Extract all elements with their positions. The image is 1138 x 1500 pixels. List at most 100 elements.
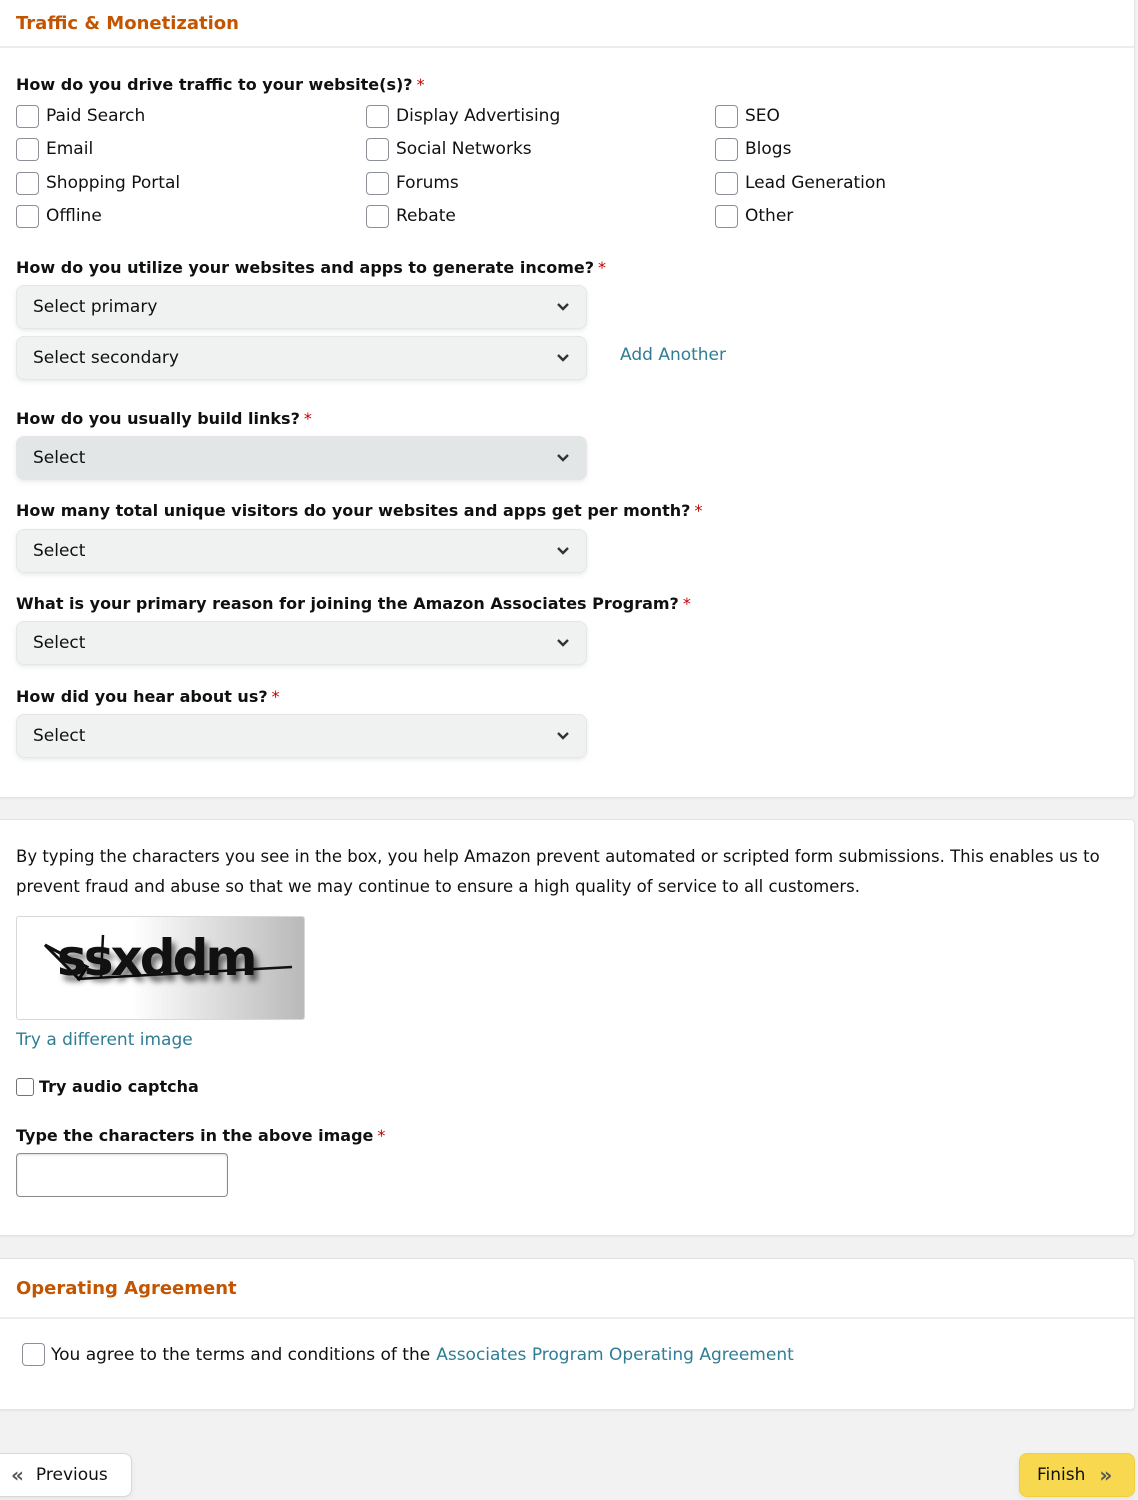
chevron-down-icon [557,454,569,462]
checkbox-box[interactable] [16,171,39,195]
checkbox-box[interactable] [366,104,389,128]
traffic-option-label: Paid Search [46,106,146,126]
agreement-section-header: Operating Agreement [0,1259,1134,1319]
visitors-question-text: How many total unique visitors do your w… [16,501,691,520]
checkbox-box[interactable] [715,104,738,128]
checkbox-box[interactable] [366,137,389,161]
income-question-label: How do you utilize your websites and app… [16,258,606,277]
reason-question-text: What is your primary reason for joining … [16,594,679,613]
traffic-option-checkbox[interactable]: Other [715,204,793,228]
hear-question-label: How did you hear about us? * [16,687,280,706]
traffic-option-checkbox[interactable]: Lead Generation [715,171,886,195]
required-marker: * [682,594,691,613]
checkbox-box[interactable] [715,171,738,195]
traffic-option-label: Other [745,206,794,226]
checkbox-box[interactable] [16,104,39,128]
traffic-monetization-card: Traffic & Monetization [0,0,1135,798]
audio-captcha-label: Try audio captcha [39,1077,199,1096]
captcha-image: ssxddm [16,916,305,1020]
checkbox-box[interactable] [366,171,389,195]
required-marker: * [694,501,703,520]
joining-reason-select[interactable]: Select [16,621,587,665]
traffic-option-checkbox[interactable]: Offline [16,204,102,228]
traffic-option-checkbox[interactable]: Blogs [715,137,791,161]
select-value: Select [33,726,86,746]
required-marker: * [416,75,425,94]
traffic-section-title: Traffic & Monetization [16,13,239,34]
select-value: Select secondary [33,348,179,368]
agreement-text: You agree to the terms and conditions of… [51,1345,794,1365]
captcha-characters: ssxddm [57,929,257,987]
income-question-text: How do you utilize your websites and app… [16,258,594,277]
traffic-option-label: Social Networks [396,139,532,159]
required-marker: * [598,258,606,277]
operating-agreement-link[interactable]: Associates Program Operating Agreement [436,1345,794,1365]
checkbox-box[interactable] [16,204,39,228]
traffic-question-text: How do you drive traffic to your website… [16,75,413,94]
traffic-option-label: Shopping Portal [46,173,181,193]
traffic-option-checkbox[interactable]: Shopping Portal [16,171,180,195]
agreement-checkbox-row: You agree to the terms and conditions of… [22,1343,794,1366]
chevron-down-icon [557,639,569,647]
links-question-label: How do you usually build links? * [16,409,312,428]
agreement-section-title: Operating Agreement [16,1277,237,1299]
traffic-section-header: Traffic & Monetization [0,0,1134,48]
captcha-intro-text: By typing the characters you see in the … [16,842,1116,902]
traffic-question-label: How do you drive traffic to your website… [16,75,425,94]
traffic-option-label: Email [46,139,94,159]
agreement-label: You agree to the terms and conditions of… [51,1344,431,1365]
monthly-visitors-select[interactable]: Select [16,529,587,573]
traffic-option-label: Display Advertising [396,106,561,126]
traffic-option-label: Blogs [745,139,792,159]
captcha-input-label-text: Type the characters in the above image [16,1126,374,1145]
previous-button[interactable]: « Previous [0,1453,132,1497]
add-another-link[interactable]: Add Another [620,345,726,365]
operating-agreement-card: Operating Agreement [0,1258,1135,1410]
traffic-option-label: SEO [745,106,780,126]
captcha-intro-line: prevent fraud and abuse so that we may c… [16,877,861,896]
build-links-select[interactable]: Select [16,436,587,480]
traffic-option-checkbox[interactable]: Social Networks [366,137,532,161]
traffic-option-checkbox[interactable]: Email [16,137,93,161]
finish-button[interactable]: Finish » [1019,1453,1135,1497]
select-value: Select primary [33,297,158,317]
checkbox-box[interactable] [16,1077,34,1096]
select-value: Select [33,541,86,561]
traffic-option-checkbox[interactable]: Paid Search [16,104,145,128]
captcha-input[interactable] [16,1153,228,1197]
select-value: Select [33,633,86,653]
chevron-down-icon [557,354,569,362]
required-marker: * [377,1126,386,1145]
required-marker: * [271,687,280,706]
chevron-down-icon [557,547,569,555]
income-secondary-select[interactable]: Select secondary [16,336,587,380]
previous-label: Previous [35,1465,108,1485]
traffic-option-label: Offline [46,206,102,226]
traffic-option-label: Rebate [396,206,456,226]
visitors-question-label: How many total unique visitors do your w… [16,501,702,520]
select-value: Select [33,448,86,468]
reason-question-label: What is your primary reason for joining … [16,594,691,613]
traffic-option-checkbox[interactable]: Forums [366,171,459,195]
traffic-option-checkbox[interactable]: Display Advertising [366,104,560,128]
chevron-down-icon [557,732,569,740]
double-chevron-left-icon: « [11,1463,24,1487]
checkbox-box[interactable] [715,137,738,161]
traffic-option-label: Lead Generation [745,173,887,193]
agreement-checkbox[interactable] [22,1343,45,1366]
checkbox-box[interactable] [366,204,389,228]
traffic-option-checkbox[interactable]: SEO [715,104,780,128]
hear-about-select[interactable]: Select [16,714,587,758]
double-chevron-right-icon: » [1099,1463,1112,1487]
captcha-input-label: Type the characters in the above image * [16,1126,385,1145]
checkbox-box[interactable] [16,137,39,161]
required-marker: * [303,409,312,428]
hear-question-text: How did you hear about us? [16,687,268,706]
traffic-option-checkbox[interactable]: Rebate [366,204,456,228]
try-different-image-link[interactable]: Try a different image [16,1030,193,1050]
captcha-intro-line: By typing the characters you see in the … [16,847,1100,866]
income-primary-select[interactable]: Select primary [16,285,587,329]
audio-captcha-checkbox[interactable]: Try audio captcha [16,1077,199,1096]
traffic-option-label: Forums [396,173,459,193]
checkbox-box[interactable] [715,204,738,228]
